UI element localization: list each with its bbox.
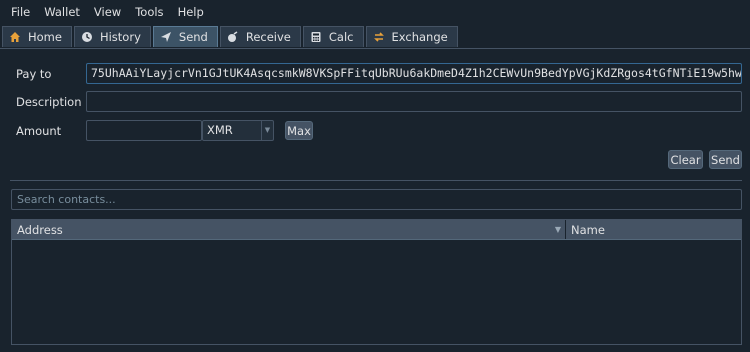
home-icon [8,30,22,44]
column-header-name[interactable]: Name [566,220,741,239]
send-button[interactable]: Send [709,150,742,169]
tab-exchange[interactable]: Exchange [365,26,458,47]
tab-history-label: History [99,30,141,44]
menu-bar: File Wallet View Tools Help [0,0,750,24]
amount-input[interactable] [86,120,202,141]
amount-label: Amount [16,124,62,138]
section-divider [10,180,742,181]
send-panel: Pay to 75UhAAiYLayjcrVn1GJtUK4AsqcsmkW8V… [0,48,750,352]
tab-home-label: Home [28,30,62,44]
tab-receive[interactable]: Receive [219,26,301,47]
send-icon [159,30,173,44]
tab-exchange-label: Exchange [391,30,448,44]
tab-calc-label: Calc [328,30,354,44]
column-header-address[interactable]: Address ▼ [12,220,566,239]
tab-bar: Home History Send Receive Calc Exchange [0,26,750,48]
chevron-down-icon: ▼ [261,121,273,140]
pay-to-label: Pay to [16,67,52,81]
tab-history[interactable]: History [73,26,151,47]
tab-send[interactable]: Send [152,26,218,47]
menu-tools[interactable]: Tools [128,0,170,24]
max-button[interactable]: Max [285,121,313,140]
description-input[interactable] [86,91,742,112]
tab-send-label: Send [178,30,208,44]
pay-to-input[interactable]: 75UhAAiYLayjcrVn1GJtUK4AsqcsmkW8VKSpFFit… [86,63,742,84]
tab-receive-label: Receive [245,30,291,44]
tab-home[interactable]: Home [2,26,72,47]
menu-wallet[interactable]: Wallet [37,0,87,24]
history-icon [80,30,94,44]
menu-view[interactable]: View [87,0,128,24]
search-contacts-input[interactable]: Search contacts... [11,189,742,210]
contacts-table-header: Address ▼ Name [12,220,741,240]
menu-file[interactable]: File [4,0,37,24]
tab-calc[interactable]: Calc [302,26,364,47]
menu-help[interactable]: Help [171,0,211,24]
calculator-icon [309,30,323,44]
contacts-table: Address ▼ Name [11,219,742,345]
description-label: Description [16,95,82,109]
exchange-icon [372,30,386,44]
sort-indicator-icon: ▼ [554,225,561,234]
currency-select[interactable]: XMR ▼ [202,120,274,141]
clear-button[interactable]: Clear [668,150,703,169]
receive-icon [226,30,240,44]
